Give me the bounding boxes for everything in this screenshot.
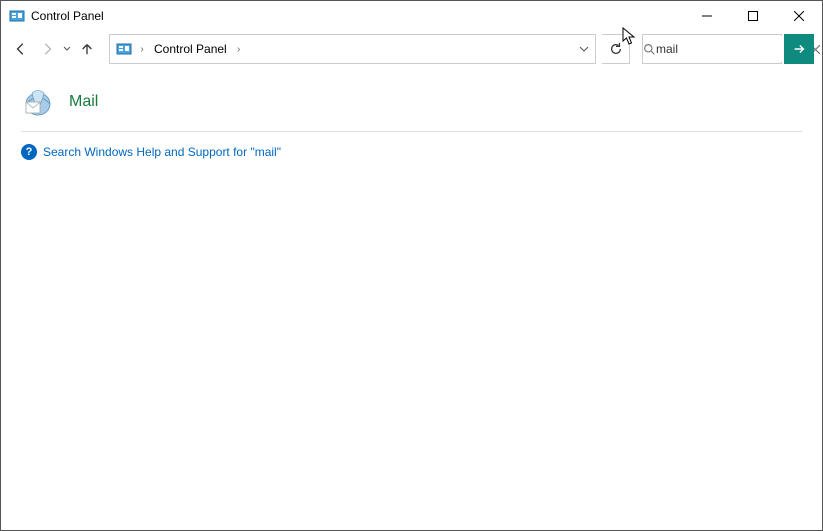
search-result-item[interactable]: Mail	[21, 85, 802, 127]
address-history-dropdown[interactable]	[573, 35, 595, 63]
minimize-button[interactable]	[684, 1, 730, 31]
search-go-button[interactable]	[784, 34, 814, 64]
help-icon: ?	[21, 144, 37, 160]
up-button[interactable]	[75, 37, 99, 61]
navigation-bar: › Control Panel ›	[1, 31, 822, 67]
help-link[interactable]: Search Windows Help and Support for "mai…	[43, 145, 281, 159]
breadcrumb-chevron-icon[interactable]: ›	[134, 44, 150, 55]
window-controls	[684, 1, 822, 31]
divider	[21, 131, 802, 132]
search-icon	[643, 43, 656, 56]
title-bar: Control Panel	[1, 1, 822, 31]
back-button[interactable]	[9, 37, 33, 61]
breadcrumb-segment[interactable]: Control Panel	[150, 42, 231, 56]
help-search-row[interactable]: ? Search Windows Help and Support for "m…	[21, 144, 802, 160]
breadcrumb-chevron-icon[interactable]: ›	[231, 44, 247, 55]
control-panel-icon	[9, 8, 25, 24]
forward-button[interactable]	[35, 37, 59, 61]
close-button[interactable]	[776, 1, 822, 31]
mail-icon	[21, 85, 55, 119]
result-title: Mail	[69, 93, 98, 111]
refresh-button[interactable]	[602, 34, 630, 64]
content-area: Mail ? Search Windows Help and Support f…	[1, 67, 822, 160]
maximize-button[interactable]	[730, 1, 776, 31]
recent-locations-dropdown[interactable]	[61, 37, 73, 61]
search-box[interactable]	[642, 34, 782, 64]
window-title: Control Panel	[31, 9, 684, 23]
control-panel-icon	[114, 41, 134, 57]
address-bar[interactable]: › Control Panel ›	[109, 34, 596, 64]
